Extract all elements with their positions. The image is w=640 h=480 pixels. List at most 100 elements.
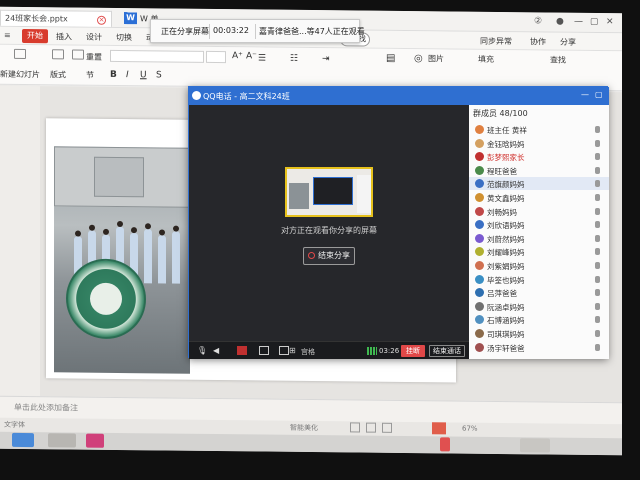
power-icon bbox=[308, 252, 315, 259]
member-item[interactable]: 刘紫娟妈妈 bbox=[469, 259, 609, 272]
avatar bbox=[475, 233, 484, 243]
taskbar-app-icon[interactable] bbox=[12, 432, 34, 448]
smart-beautify-button[interactable]: 智能美化 bbox=[290, 423, 318, 433]
student-head bbox=[173, 225, 179, 232]
end-share-button[interactable]: 结束分享 bbox=[303, 247, 355, 265]
member-item[interactable]: 吕萍爸爸 bbox=[469, 286, 609, 299]
member-name: 阮涵卓妈妈 bbox=[487, 302, 525, 312]
hangup-button[interactable]: 挂断 bbox=[401, 345, 425, 357]
view-sorter-icon[interactable] bbox=[366, 422, 376, 433]
avatar bbox=[475, 125, 484, 134]
new-slide-button[interactable]: 新建幻灯片 bbox=[0, 69, 40, 80]
minimize-icon[interactable]: — bbox=[574, 17, 583, 27]
menu-icon[interactable]: ≡ bbox=[4, 31, 11, 40]
reset-icon[interactable] bbox=[72, 49, 84, 60]
collaborate-button[interactable]: 协作 bbox=[530, 36, 546, 47]
tab-design[interactable]: 设计 bbox=[86, 32, 102, 43]
strikethrough-icon[interactable]: S bbox=[156, 70, 162, 80]
microphone-icon bbox=[595, 207, 600, 215]
bold-icon[interactable]: B bbox=[110, 70, 117, 80]
view-reading-icon[interactable] bbox=[382, 422, 392, 433]
find-button[interactable]: 查找 bbox=[550, 55, 566, 66]
restore-icon[interactable]: ▢ bbox=[590, 17, 599, 27]
layout-icon[interactable] bbox=[52, 49, 64, 60]
new-slide-icon[interactable] bbox=[14, 48, 26, 60]
member-item[interactable]: 程旺爸爸 bbox=[469, 164, 609, 177]
microphone-icon bbox=[595, 126, 600, 133]
member-item[interactable]: 刘畅妈妈 bbox=[469, 205, 609, 218]
grid-icon[interactable]: ⊞ bbox=[289, 346, 299, 355]
member-name: 范旗颜妈妈 bbox=[487, 180, 525, 190]
avatar bbox=[475, 315, 484, 325]
member-item[interactable]: 金钰晗妈妈 bbox=[469, 137, 609, 150]
indent-icon[interactable]: ⇥ bbox=[322, 54, 330, 64]
microphone-icon[interactable]: 🎙 bbox=[197, 346, 207, 355]
taskbar-app-icon[interactable] bbox=[86, 433, 104, 448]
close-icon[interactable]: × bbox=[97, 15, 106, 25]
member-item[interactable]: 刘蔚然妈妈 bbox=[469, 232, 609, 245]
tray-icon[interactable] bbox=[520, 438, 550, 453]
fill-button[interactable]: 填充 bbox=[478, 54, 494, 65]
bullet-list-icon[interactable]: ☰ bbox=[258, 53, 266, 63]
screen-share-banner: 正在分享屏幕 00:03:22 嘉青律爸爸...等47人正在观看 bbox=[150, 19, 365, 43]
avatar[interactable]: ● bbox=[556, 17, 564, 27]
font-grow-icon[interactable]: A⁺ bbox=[232, 51, 243, 61]
end-call-button[interactable]: 结束通话 bbox=[429, 345, 465, 357]
tab-insert[interactable]: 插入 bbox=[56, 31, 72, 42]
share-button[interactable]: 分享 bbox=[560, 37, 576, 48]
member-name: 班主任 黄祥 bbox=[487, 126, 527, 135]
taskbar-app-icon[interactable] bbox=[48, 433, 76, 448]
maximize-icon[interactable]: ▢ bbox=[595, 90, 603, 99]
avatar bbox=[475, 206, 484, 216]
picture-button[interactable]: 图片 bbox=[428, 53, 444, 64]
font-shrink-icon[interactable]: A⁻ bbox=[246, 51, 257, 61]
tab-transition[interactable]: 切换 bbox=[116, 32, 132, 43]
sync-status[interactable]: 同步异常 bbox=[480, 36, 512, 47]
font-size-field[interactable] bbox=[206, 50, 226, 64]
member-item[interactable]: 范旗颜妈妈 bbox=[469, 177, 609, 191]
screen-share-icon[interactable] bbox=[259, 346, 269, 355]
qq-logo-icon bbox=[192, 91, 201, 100]
gallery-view-button[interactable]: 宫格 bbox=[301, 347, 315, 357]
layout-button[interactable]: 版式 bbox=[50, 69, 66, 80]
close-window-icon[interactable]: ✕ bbox=[606, 17, 614, 27]
view-normal-icon[interactable] bbox=[350, 422, 360, 433]
member-item[interactable]: 司琪琪妈妈 bbox=[469, 327, 609, 340]
numbered-list-icon[interactable]: ☷ bbox=[290, 54, 298, 64]
text-box-icon[interactable]: ▤ bbox=[386, 53, 395, 64]
preview-panel bbox=[357, 175, 371, 213]
member-item[interactable]: 刘耀峰妈妈 bbox=[469, 245, 609, 258]
member-item[interactable]: 刘欣语妈妈 bbox=[469, 218, 609, 231]
member-item[interactable]: 彭梦熙家长 bbox=[469, 150, 609, 163]
minimize-icon[interactable]: — bbox=[581, 90, 589, 99]
underline-icon[interactable]: U bbox=[140, 70, 147, 80]
badge-icon[interactable]: ② bbox=[534, 16, 542, 26]
member-name: 刘欣语妈妈 bbox=[487, 221, 525, 231]
member-item[interactable]: 毕筌也妈妈 bbox=[469, 273, 609, 286]
student-head bbox=[75, 230, 81, 237]
writer-doc-icon[interactable]: W bbox=[124, 12, 137, 25]
file-tab[interactable]: 24班家长会.pptx × bbox=[0, 9, 112, 27]
italic-icon[interactable]: I bbox=[126, 70, 129, 80]
qq-titlebar[interactable]: QQ电话 - 高二文科24班 — ▢ bbox=[189, 87, 609, 105]
section-button[interactable]: 节 bbox=[86, 70, 94, 81]
member-name: 吕萍爸爸 bbox=[487, 289, 517, 299]
camera-off-icon[interactable] bbox=[237, 346, 247, 355]
member-item[interactable]: 阮涵卓妈妈 bbox=[469, 300, 609, 313]
tab-start[interactable]: 开始 bbox=[22, 28, 48, 44]
member-item[interactable]: 石博涵妈妈 bbox=[469, 313, 609, 326]
font-name-field[interactable] bbox=[110, 49, 204, 63]
call-timer: 03:26 bbox=[379, 347, 400, 355]
member-item[interactable]: 黄文鑫妈妈 bbox=[469, 191, 609, 204]
thumbnail-strip[interactable] bbox=[0, 85, 40, 397]
notes-placeholder[interactable]: 单击此处添加备注 bbox=[14, 402, 78, 414]
tray-icon[interactable] bbox=[440, 437, 450, 452]
whiteboard-icon[interactable] bbox=[279, 346, 289, 355]
member-item[interactable]: 汤宇轩爸爸 bbox=[469, 341, 609, 354]
shapes-icon[interactable]: ◎ bbox=[414, 53, 423, 64]
reset-button[interactable]: 重置 bbox=[86, 52, 102, 63]
member-item[interactable]: 班主任 黄祥 bbox=[469, 123, 609, 136]
play-slideshow-button[interactable] bbox=[432, 422, 446, 435]
zoom-level[interactable]: 67% bbox=[462, 425, 478, 433]
speaker-icon[interactable]: ◀ bbox=[213, 346, 223, 355]
